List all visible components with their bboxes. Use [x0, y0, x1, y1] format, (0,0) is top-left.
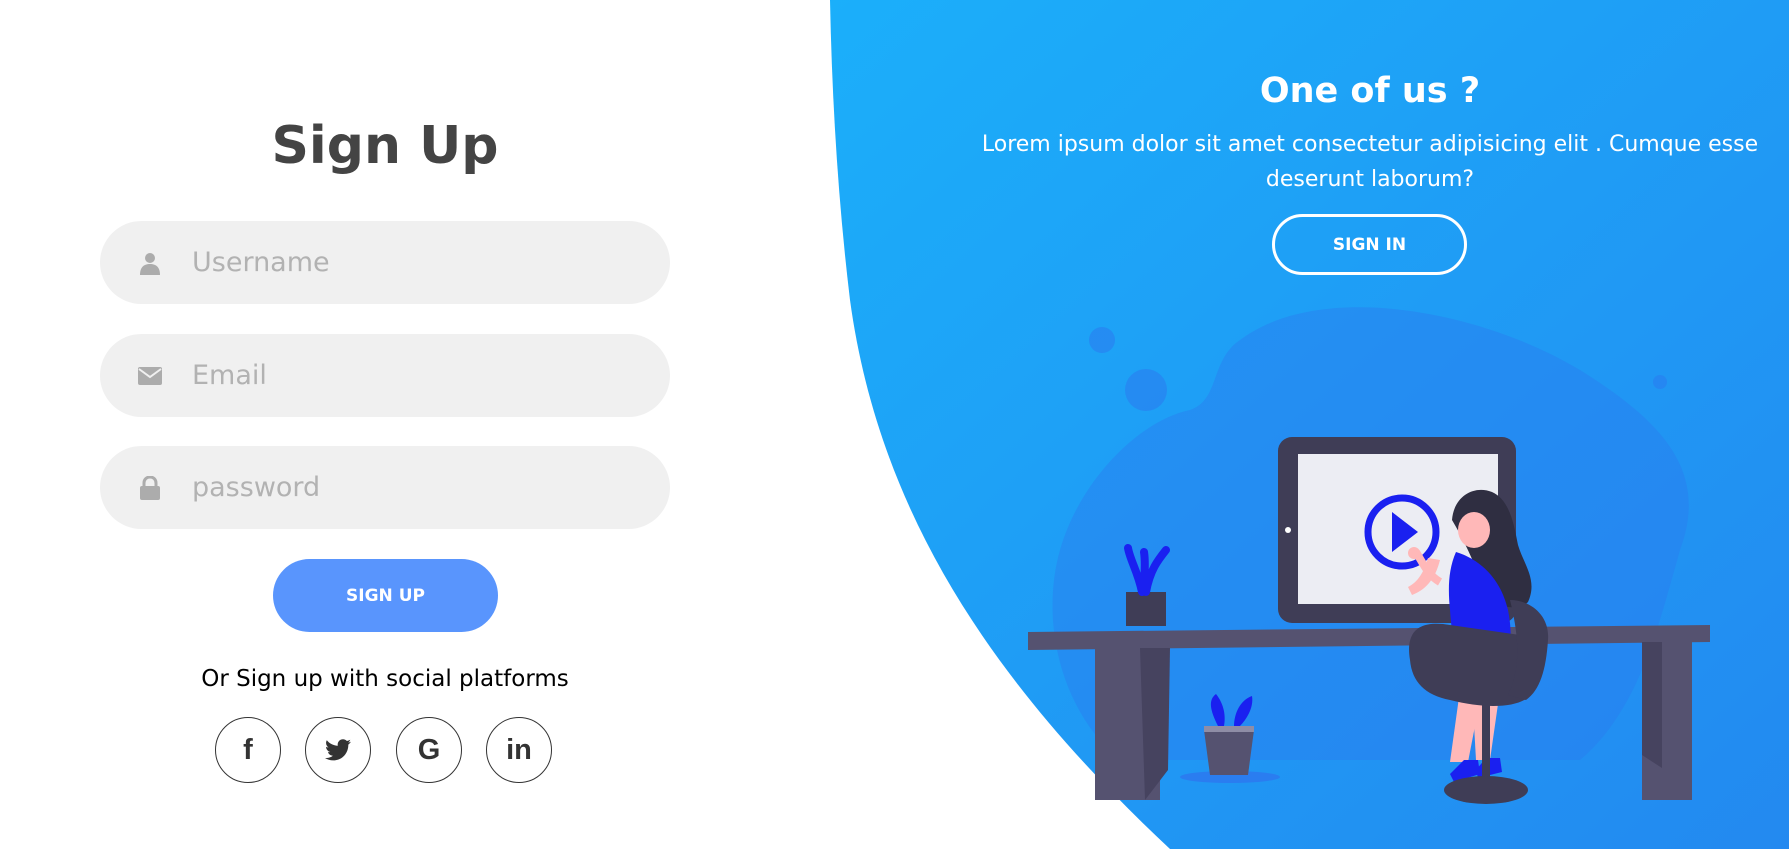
email-input[interactable] [192, 334, 632, 417]
envelope-icon [138, 367, 162, 385]
user-icon [140, 253, 160, 275]
password-field[interactable] [100, 446, 670, 529]
lock-icon [140, 476, 160, 500]
google-button[interactable]: G [396, 717, 462, 783]
linkedin-button[interactable]: in [486, 717, 552, 783]
signin-panel: One of us ? Lorem ipsum dolor sit amet c… [960, 0, 1789, 849]
twitter-button[interactable] [305, 717, 371, 783]
signin-button[interactable]: SIGN IN [1272, 214, 1467, 275]
google-icon: G [417, 733, 441, 766]
facebook-icon: f [243, 733, 253, 766]
signup-form: Sign Up SIGN UP Or Sign up with social p… [0, 0, 770, 849]
form-title: Sign Up [271, 116, 499, 176]
panel-heading: One of us ? [1259, 71, 1481, 111]
twitter-icon [325, 739, 351, 761]
linkedin-icon: in [506, 733, 532, 766]
password-input[interactable] [192, 446, 632, 529]
username-input[interactable] [192, 221, 632, 304]
social-text: Or Sign up with social platforms [201, 666, 569, 692]
email-field[interactable] [100, 334, 670, 417]
signup-button[interactable]: SIGN UP [273, 559, 498, 632]
username-field[interactable] [100, 221, 670, 304]
facebook-button[interactable]: f [215, 717, 281, 783]
panel-text: Lorem ipsum dolor sit amet consectetur a… [981, 132, 1759, 192]
